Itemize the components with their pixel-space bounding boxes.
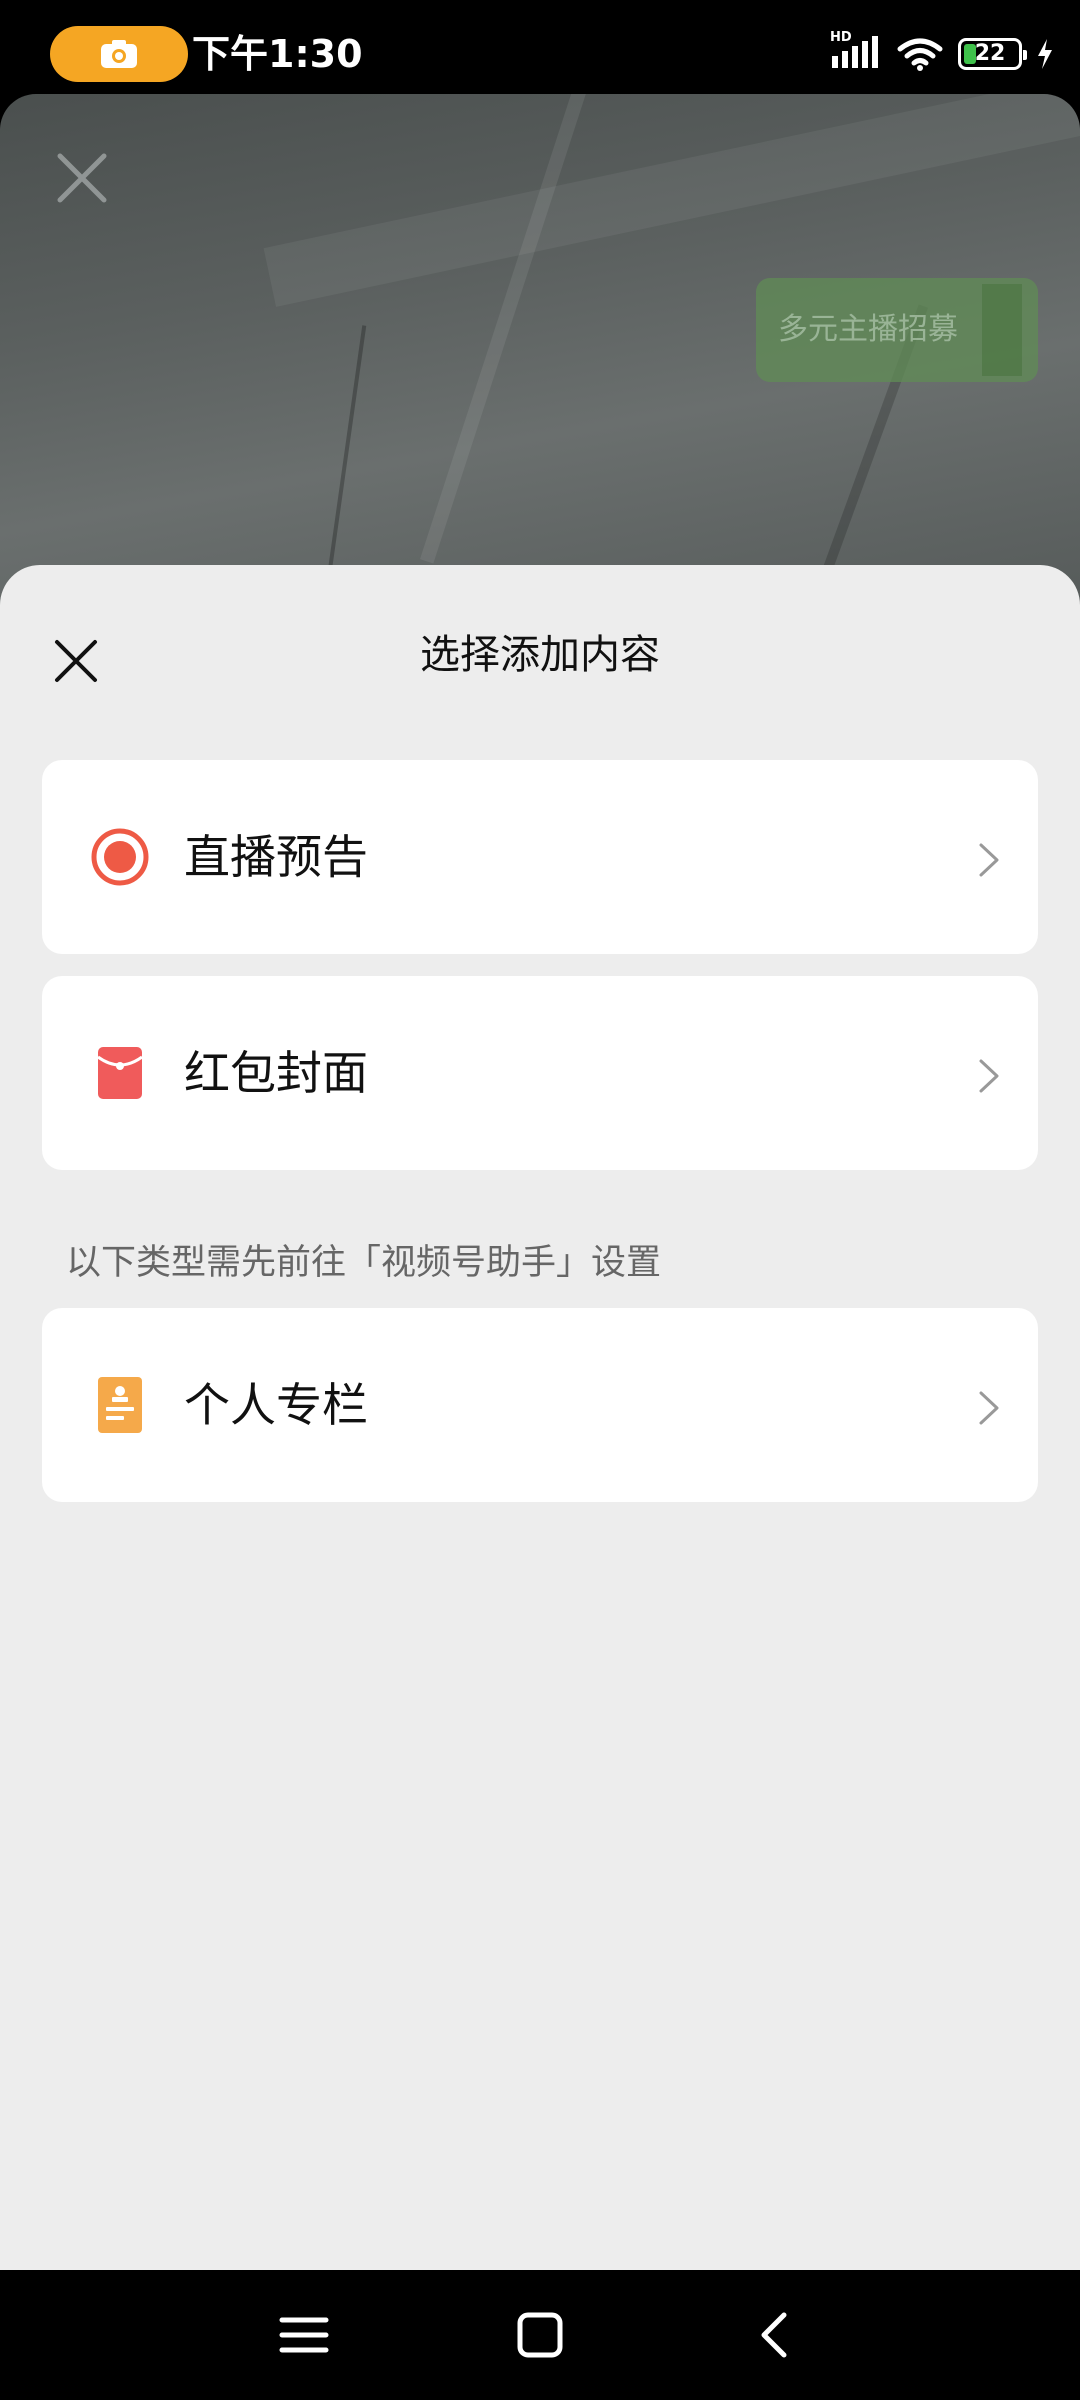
chevron-right-icon bbox=[979, 843, 999, 877]
battery-level: 22 bbox=[974, 41, 1006, 66]
sheet-title: 选择添加内容 bbox=[420, 632, 660, 678]
camera-in-use-indicator[interactable] bbox=[50, 26, 188, 82]
red-envelope-icon bbox=[97, 1047, 143, 1099]
personal-column-label: 个人专栏 bbox=[184, 1378, 368, 1432]
screen: 下午1:30 HD 22 多元主播招募 选择添加内容 直播预告 红包封面 以下类… bbox=[0, 0, 1080, 2400]
flag-icon bbox=[982, 284, 1022, 376]
recruit-button-label: 多元主播招募 bbox=[778, 312, 958, 347]
wifi-icon bbox=[896, 35, 944, 73]
system-navigation-bar bbox=[0, 2270, 1080, 2400]
live-preview-item[interactable]: 直播预告 bbox=[42, 760, 1038, 954]
live-record-icon bbox=[91, 828, 149, 886]
camera-icon bbox=[101, 40, 137, 68]
charging-icon bbox=[1036, 38, 1054, 70]
network-hd-label: HD bbox=[830, 30, 852, 45]
personal-column-item[interactable]: 个人专栏 bbox=[42, 1308, 1038, 1502]
home-icon[interactable] bbox=[512, 2310, 568, 2360]
column-document-icon bbox=[98, 1377, 142, 1433]
red-envelope-cover-item[interactable]: 红包封面 bbox=[42, 976, 1038, 1170]
red-envelope-cover-label: 红包封面 bbox=[184, 1046, 368, 1100]
menu-icon[interactable] bbox=[276, 2310, 332, 2360]
battery-icon: 22 bbox=[958, 38, 1027, 70]
signal-icon: HD bbox=[830, 30, 882, 74]
add-content-sheet: 选择添加内容 直播预告 红包封面 以下类型需先前往「视频号助手」设置 个人专栏 bbox=[0, 565, 1080, 2270]
chevron-right-icon bbox=[979, 1391, 999, 1425]
back-icon[interactable] bbox=[748, 2310, 804, 2360]
chevron-right-icon bbox=[979, 1059, 999, 1093]
camera-preview: 多元主播招募 bbox=[0, 94, 1080, 634]
preview-close-icon[interactable] bbox=[50, 146, 114, 210]
status-bar: 下午1:30 HD 22 bbox=[0, 0, 1080, 94]
assistant-section-hint: 以下类型需先前往「视频号助手」设置 bbox=[66, 1243, 662, 1283]
status-icons: HD 22 bbox=[830, 30, 1054, 78]
recruit-button[interactable]: 多元主播招募 bbox=[756, 278, 1038, 382]
status-time: 下午1:30 bbox=[192, 32, 363, 76]
live-preview-label: 直播预告 bbox=[184, 830, 368, 884]
